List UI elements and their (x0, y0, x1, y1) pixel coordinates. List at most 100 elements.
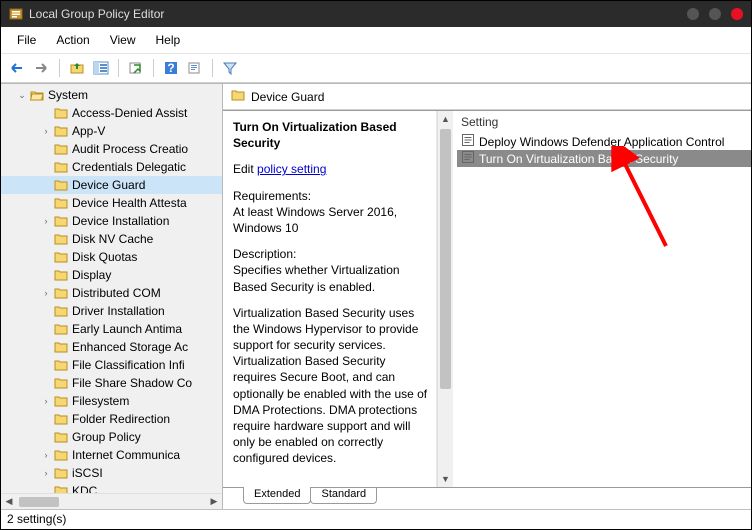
menu-help[interactable]: Help (146, 29, 191, 51)
menu-view[interactable]: View (100, 29, 146, 51)
settings-column-header[interactable]: Setting (453, 111, 751, 133)
folder-icon (53, 106, 69, 120)
tree-label: Folder Redirection (72, 412, 170, 426)
folder-icon (53, 412, 69, 426)
status-bar: 2 setting(s) (1, 509, 751, 529)
tree-node[interactable]: Display (1, 266, 222, 284)
folder-icon (53, 268, 69, 282)
folder-icon (53, 340, 69, 354)
tree-label: Driver Installation (72, 304, 165, 318)
tree-node[interactable]: › Internet Communica (1, 446, 222, 464)
folder-icon (53, 196, 69, 210)
tree-node[interactable]: ›Distributed COM (1, 284, 222, 302)
edit-policy-link[interactable]: Edit policy setting (233, 161, 430, 177)
description-pane: Turn On Virtualization Based Security Ed… (223, 111, 437, 487)
folder-icon (53, 466, 69, 480)
tree-node[interactable]: Folder Redirection (1, 410, 222, 428)
forward-button[interactable] (31, 57, 53, 79)
up-button[interactable] (66, 57, 88, 79)
tree-node[interactable]: KDC (1, 482, 222, 493)
tree-node[interactable]: Device Health Attesta (1, 194, 222, 212)
show-hide-tree-button[interactable] (90, 57, 112, 79)
expand-icon[interactable]: › (39, 126, 53, 136)
tree-node[interactable]: File Share Shadow Co (1, 374, 222, 392)
requirements-block: Requirements:At least Windows Server 201… (233, 188, 430, 237)
folder-icon (53, 322, 69, 336)
tree-label: Group Policy (72, 430, 141, 444)
tree-node[interactable]: Driver Installation (1, 302, 222, 320)
expand-icon[interactable]: › (39, 216, 53, 226)
folder-icon (53, 250, 69, 264)
folder-icon (53, 160, 69, 174)
tab-standard[interactable]: Standard (310, 487, 377, 504)
tree-node[interactable]: › Filesystem (1, 392, 222, 410)
settings-list[interactable]: Deploy Windows Defender Application Cont… (453, 133, 751, 487)
window-title: Local Group Policy Editor (29, 7, 677, 21)
properties-button[interactable] (184, 57, 206, 79)
folder-open-icon (29, 88, 45, 102)
menubar: File Action View Help (1, 27, 751, 54)
tree-node[interactable]: File Classification Infi (1, 356, 222, 374)
tab-extended[interactable]: Extended (243, 487, 311, 504)
expand-icon[interactable]: › (39, 396, 53, 406)
tree-label: File Share Shadow Co (72, 376, 192, 390)
right-tabs: Extended Standard (223, 487, 751, 509)
tree-label: Filesystem (72, 394, 129, 408)
tree-label: Internet Communica (72, 448, 180, 462)
menu-action[interactable]: Action (46, 29, 99, 51)
tree-node-system[interactable]: ⌄ System (1, 86, 222, 104)
filter-button[interactable] (219, 57, 241, 79)
folder-icon (53, 430, 69, 444)
menu-file[interactable]: File (7, 29, 46, 51)
setting-label: Deploy Windows Defender Application Cont… (479, 135, 724, 149)
expand-icon[interactable]: › (39, 450, 53, 460)
policy-icon (461, 133, 475, 150)
back-button[interactable] (7, 57, 29, 79)
folder-icon (53, 178, 69, 192)
tree-node[interactable]: Audit Process Creatio (1, 140, 222, 158)
folder-icon (53, 232, 69, 246)
tree-node[interactable]: Disk NV Cache (1, 230, 222, 248)
tree-label: System (48, 88, 88, 102)
maximize-button[interactable] (709, 8, 721, 20)
tree[interactable]: ⌄ System Access-Denied Assist ›App-V Audit P… (1, 84, 222, 493)
folder-icon (53, 448, 69, 462)
expand-icon[interactable]: › (39, 288, 53, 298)
tree-pane: ⌄ System Access-Denied Assist ›App-V Audit P… (1, 84, 223, 509)
folder-icon (53, 394, 69, 408)
tree-node[interactable]: Enhanced Storage Ac (1, 338, 222, 356)
minimize-button[interactable] (687, 8, 699, 20)
setting-row[interactable]: Turn On Virtualization Based Security (457, 150, 751, 167)
tree-node[interactable]: › Device Installation (1, 212, 222, 230)
tree-label: iSCSI (72, 466, 103, 480)
tree-label: Access-Denied Assist (72, 106, 187, 120)
svg-text:?: ? (167, 61, 174, 75)
folder-icon (53, 286, 69, 300)
desc-v-scrollbar[interactable]: ▲ ▼ (437, 111, 453, 487)
tree-node[interactable]: › iSCSI (1, 464, 222, 482)
tree-node[interactable]: Device Guard (1, 176, 222, 194)
setting-row[interactable]: Deploy Windows Defender Application Cont… (457, 133, 751, 150)
titlebar: Local Group Policy Editor (1, 1, 751, 27)
help-button[interactable]: ? (160, 57, 182, 79)
tree-label: Early Launch Antima (72, 322, 182, 336)
tree-label: Enhanced Storage Ac (72, 340, 188, 354)
expand-icon[interactable]: › (39, 468, 53, 478)
folder-icon (53, 304, 69, 318)
export-list-button[interactable] (125, 57, 147, 79)
description-block: Description:Specifies whether Virtualiza… (233, 246, 430, 295)
tree-node[interactable]: Early Launch Antima (1, 320, 222, 338)
main-split: ⌄ System Access-Denied Assist ›App-V Audit P… (1, 83, 751, 509)
folder-icon (231, 89, 245, 104)
tree-node[interactable]: ›App-V (1, 122, 222, 140)
tree-node[interactable]: Credentials Delegatic (1, 158, 222, 176)
tree-node[interactable]: Group Policy (1, 428, 222, 446)
tree-label: Device Installation (72, 214, 169, 228)
tree-label: Audit Process Creatio (72, 142, 188, 156)
tree-node[interactable]: Disk Quotas (1, 248, 222, 266)
close-button[interactable] (731, 8, 743, 20)
folder-icon (53, 358, 69, 372)
tree-h-scrollbar[interactable]: ◀▶ (1, 493, 222, 509)
collapse-icon[interactable]: ⌄ (15, 90, 29, 101)
tree-node[interactable]: Access-Denied Assist (1, 104, 222, 122)
